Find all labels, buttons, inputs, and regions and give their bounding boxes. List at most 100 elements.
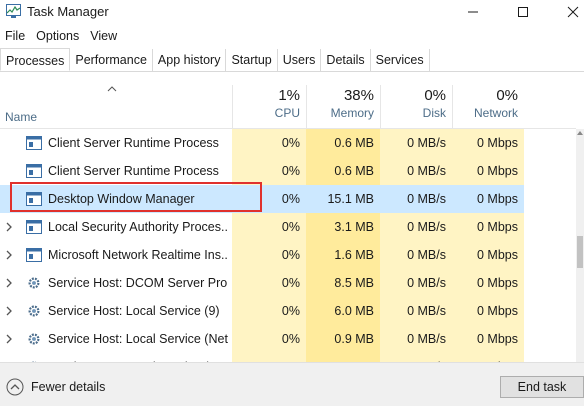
tab-details[interactable]: Details (321, 49, 371, 71)
end-task-button[interactable]: End task (500, 376, 584, 398)
scroll-thumb[interactable] (577, 236, 583, 268)
table-row[interactable]: Local Security Authority Proces... 0% 3.1 … (0, 213, 576, 241)
menu-view[interactable]: View (85, 26, 123, 46)
table-row[interactable]: Client Server Runtime Process 0% 0.6 MB 0 M… (0, 157, 576, 185)
cpu-value: 0% (232, 297, 306, 325)
tab-bar: Processes Performance App history Startu… (0, 48, 584, 72)
footer: Fewer details End task (0, 362, 584, 406)
cpu-value: 0% (232, 129, 306, 157)
close-icon (567, 6, 579, 18)
column-network[interactable]: 0% Network (452, 85, 524, 129)
network-value: 0 Mbps (452, 213, 524, 241)
name-cell: Service Host: Local Service (N... (0, 353, 232, 362)
name-cell: Service Host: Local Service (Net... (0, 325, 232, 353)
disk-value: 0 MB/s (380, 269, 452, 297)
tab-performance[interactable]: Performance (70, 49, 153, 71)
sort-ascending-icon (107, 86, 117, 92)
memory-value: 15.1 MB (306, 185, 380, 213)
table-row[interactable]: Service Host: Local Service (9) 0% 6.0 MB 0… (0, 297, 576, 325)
maximize-button[interactable] (500, 0, 546, 24)
column-name[interactable]: Name (5, 110, 37, 124)
gear-icon (28, 333, 40, 345)
memory-value: 3.1 MB (306, 213, 380, 241)
network-total: 0% (496, 87, 518, 104)
window-icon (26, 136, 42, 150)
chevron-up-circle-icon[interactable] (6, 378, 24, 396)
name-cell: Local Security Authority Proces... (0, 213, 232, 241)
column-header: Name 1% CPU 38% Memory 0% Disk 0% Networ… (0, 85, 576, 129)
name-cell: Microsoft Network Realtime Ins... (0, 241, 232, 269)
column-cpu[interactable]: 1% CPU (232, 85, 306, 129)
column-disk[interactable]: 0% Disk (380, 85, 452, 129)
disk-value: 0 MB/s (380, 297, 452, 325)
network-value: 0 Mbps (452, 157, 524, 185)
cpu-value: 0% (232, 353, 306, 362)
task-manager-icon (6, 4, 21, 18)
network-value: 0 Mbps (452, 353, 524, 362)
tab-app-history[interactable]: App history (152, 49, 227, 71)
memory-value: 0.6 MB (306, 157, 380, 185)
name-cell: Client Server Runtime Process (0, 157, 232, 185)
network-value: 0 Mbps (452, 241, 524, 269)
network-value: 0 Mbps (452, 129, 524, 157)
menu-file[interactable]: File (0, 26, 31, 46)
chevron-right-icon[interactable] (5, 333, 13, 345)
vertical-scrollbar[interactable] (576, 129, 584, 362)
close-button[interactable] (550, 0, 584, 24)
tab-services[interactable]: Services (370, 49, 430, 71)
tab-processes[interactable]: Processes (0, 48, 71, 71)
chevron-right-icon[interactable] (5, 249, 13, 261)
gear-icon (28, 305, 40, 317)
column-memory[interactable]: 38% Memory (306, 85, 380, 129)
disk-value: 0 MB/s (380, 353, 452, 362)
memory-total: 38% (343, 87, 374, 104)
cpu-total: 1% (278, 87, 300, 104)
memory-value: 1.6 MB (306, 241, 380, 269)
window-icon (26, 248, 42, 262)
tab-startup[interactable]: Startup (226, 49, 278, 71)
name-cell: Service Host: Local Service (9) (0, 297, 232, 325)
process-name: Service Host: DCOM Server Pro... (48, 276, 228, 290)
memory-value: 8.5 MB (306, 269, 380, 297)
memory-label: Memory (330, 106, 374, 120)
table-row[interactable]: Microsoft Network Realtime Ins... 0% 1.6 M… (0, 241, 576, 269)
scroll-up-icon[interactable] (576, 129, 584, 137)
network-value: 0 Mbps (452, 185, 524, 213)
memory-value: 0.6 MB (306, 129, 380, 157)
minimize-button[interactable] (450, 0, 496, 24)
memory-value: 6.0 MB (306, 297, 380, 325)
menu-bar: File Options View (0, 26, 123, 46)
cpu-value: 0% (232, 269, 306, 297)
fewer-details-link[interactable]: Fewer details (31, 380, 105, 394)
table-row[interactable]: Service Host: DCOM Server Pro... 0% 8.5 MB… (0, 269, 576, 297)
table-row[interactable]: Service Host: Local Service (Net... 0% 0.9… (0, 325, 576, 353)
highlight-annotation (10, 182, 262, 212)
chevron-right-icon[interactable] (5, 277, 13, 289)
name-cell: Service Host: DCOM Server Pro... (0, 269, 232, 297)
process-name: Local Security Authority Proces... (48, 220, 228, 234)
name-cell: Client Server Runtime Process (0, 129, 232, 157)
process-name: Client Server Runtime Process (48, 136, 219, 150)
memory-value: 0.6 MB (306, 353, 380, 362)
disk-value: 0 MB/s (380, 325, 452, 353)
cpu-value: 0% (232, 241, 306, 269)
window-title: Task Manager (27, 4, 109, 19)
cpu-value: 0% (232, 213, 306, 241)
table-row[interactable]: Client Server Runtime Process 0% 0.6 MB 0 M… (0, 129, 576, 157)
network-value: 0 Mbps (452, 325, 524, 353)
chevron-right-icon[interactable] (5, 305, 13, 317)
network-label: Network (473, 106, 518, 120)
table-row[interactable]: Service Host: Local Service (N...0%0.6 M… (0, 353, 576, 362)
disk-total: 0% (424, 87, 446, 104)
memory-value: 0.9 MB (306, 325, 380, 353)
cpu-label: CPU (274, 106, 300, 120)
gear-icon (28, 277, 40, 289)
process-name: Client Server Runtime Process (48, 164, 219, 178)
disk-value: 0 MB/s (380, 129, 452, 157)
minimize-icon (468, 11, 478, 13)
disk-value: 0 MB/s (380, 157, 452, 185)
menu-options[interactable]: Options (31, 26, 85, 46)
cpu-value: 0% (232, 157, 306, 185)
chevron-right-icon[interactable] (5, 221, 13, 233)
tab-users[interactable]: Users (277, 49, 322, 71)
